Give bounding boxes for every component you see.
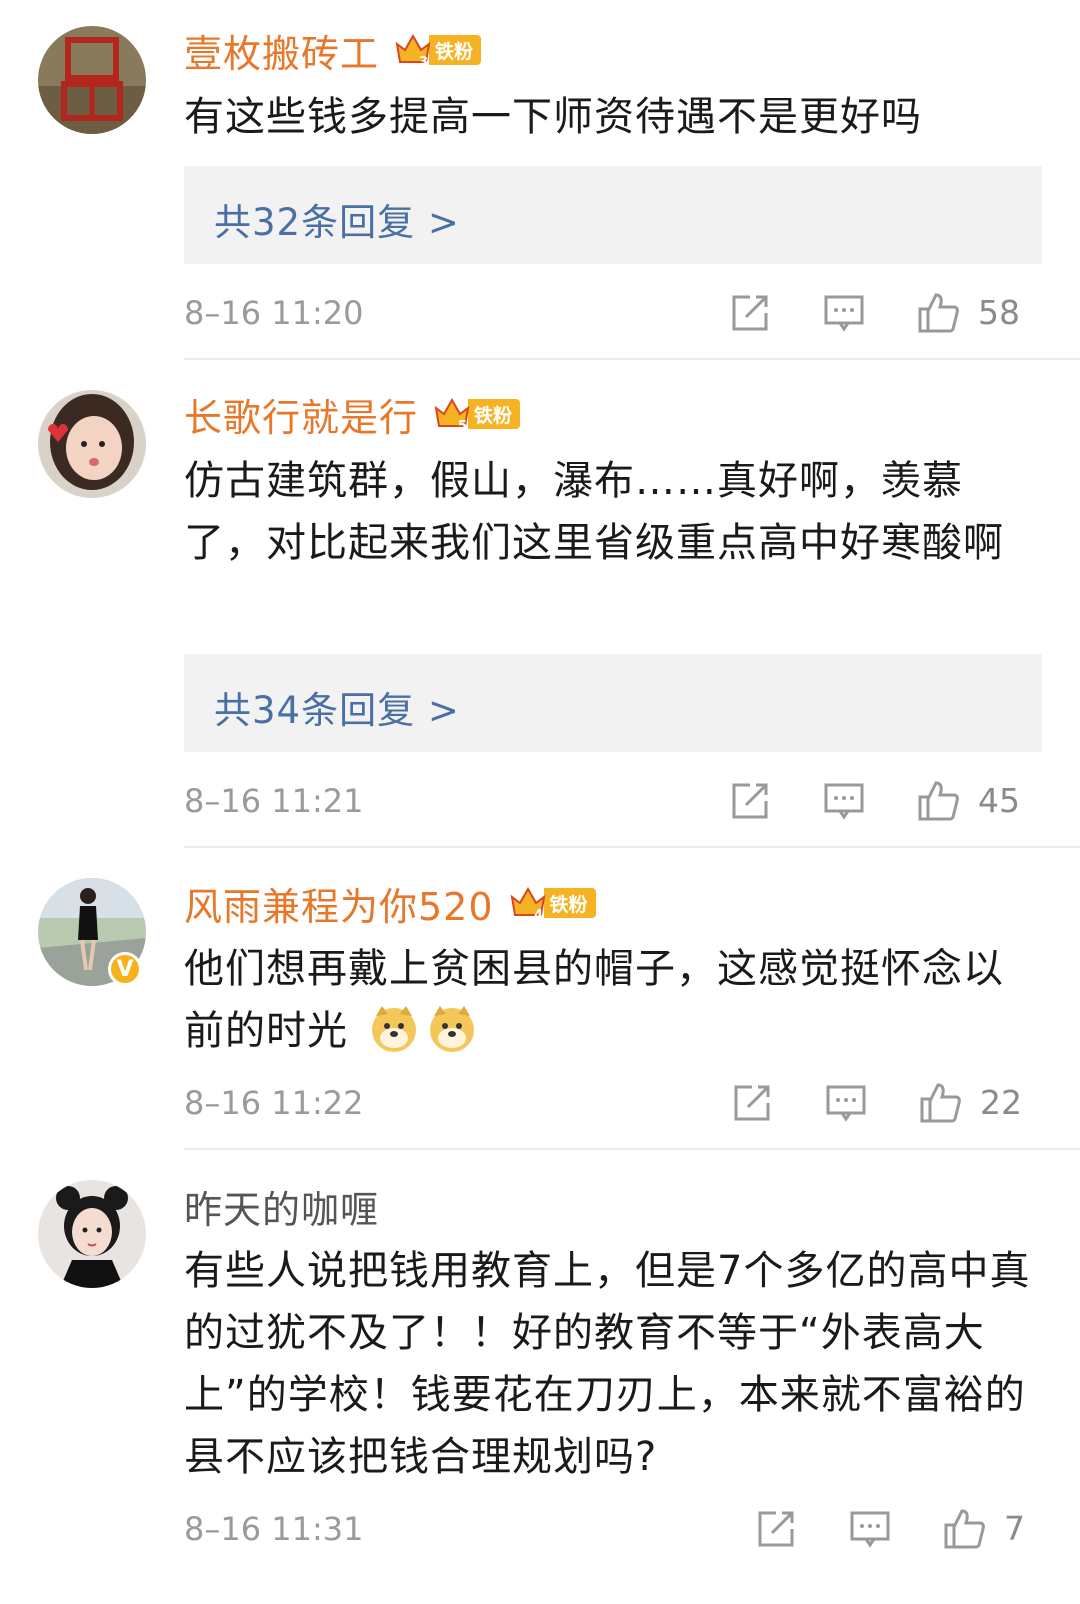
username[interactable]: 昨天的咖喱	[184, 1179, 379, 1234]
comment-icon[interactable]	[822, 779, 866, 823]
svg-text:5: 5	[458, 419, 467, 434]
timestamp: 8–16 11:22	[184, 1084, 364, 1122]
comment-icon[interactable]	[824, 1081, 868, 1125]
thumbs-up-icon[interactable]	[916, 779, 960, 823]
username-row: 昨天的咖喱	[184, 1176, 379, 1236]
timestamp: 8–16 11:21	[184, 782, 364, 820]
comment-meta: 8–16 11:31 7	[184, 1507, 1042, 1551]
comment-text-body: 他们想再戴上贫困县的帽子，这感觉挺怀念以前的时光	[184, 946, 1004, 1054]
crown-icon: 5	[432, 394, 472, 434]
thumbs-up-icon[interactable]	[918, 1081, 962, 1125]
replies-link[interactable]: 共32条回复 >	[184, 166, 1042, 264]
share-icon[interactable]	[730, 1081, 774, 1125]
thumbs-up-icon[interactable]	[916, 291, 960, 335]
comment-text: 仿古建筑群，假山，瀑布……真好啊，羡慕了，对比起来我们这里省级重点高中好寒酸啊	[184, 458, 1004, 566]
fan-badge[interactable]: 5 铁粉	[432, 394, 521, 434]
comment-meta: 8–16 11:20 58	[184, 291, 1042, 335]
comment-text: 有些人说把钱用教育上，但是7个多亿的高中真的过犹不及了！！好的教育不等于“外表高…	[184, 1248, 1031, 1480]
like-count: 58	[978, 293, 1020, 332]
timestamp: 8–16 11:20	[184, 294, 364, 332]
username-row: 风雨兼程为你520 4 铁粉	[184, 873, 596, 933]
divider	[184, 1148, 1080, 1150]
verified-badge: V	[108, 952, 142, 986]
divider	[184, 846, 1080, 848]
share-icon[interactable]	[728, 291, 772, 335]
comment-text: 他们想再戴上贫困县的帽子，这感觉挺怀念以前的时光	[184, 938, 1034, 1062]
username[interactable]: 长歌行就是行	[184, 387, 418, 442]
divider	[184, 358, 1080, 360]
avatar[interactable]	[38, 390, 146, 498]
share-icon[interactable]	[728, 779, 772, 823]
avatar[interactable]	[38, 26, 146, 134]
fan-badge[interactable]: 4 铁粉	[508, 883, 596, 923]
share-icon[interactable]	[754, 1507, 798, 1551]
replies-count: 共34条回复 >	[214, 689, 460, 732]
doge-emoji-icon	[426, 1002, 478, 1054]
crown-icon: 3	[393, 30, 433, 70]
comment-icon[interactable]	[822, 291, 866, 335]
fan-badge[interactable]: 3 铁粉	[393, 30, 482, 70]
thumbs-up-icon[interactable]	[942, 1507, 986, 1551]
timestamp: 8–16 11:31	[184, 1510, 364, 1548]
svg-text:3: 3	[419, 55, 428, 70]
replies-link[interactable]: 共34条回复 >	[184, 654, 1042, 752]
fan-badge-label: 铁粉	[429, 35, 482, 65]
like-count: 7	[1004, 1509, 1025, 1548]
username-row: 长歌行就是行 5 铁粉	[184, 384, 521, 444]
avatar[interactable]	[38, 1180, 146, 1288]
like-count: 45	[978, 781, 1020, 820]
comment-icon[interactable]	[848, 1507, 892, 1551]
fan-badge-label: 铁粉	[468, 399, 521, 429]
fan-badge-label: 铁粉	[543, 888, 596, 918]
like-count: 22	[980, 1083, 1022, 1122]
comment-meta: 8–16 11:22 22	[184, 1081, 1042, 1125]
doge-emoji-icon	[368, 1002, 420, 1054]
comment-meta: 8–16 11:21 45	[184, 779, 1042, 823]
replies-count: 共32条回复 >	[214, 201, 460, 244]
username[interactable]: 风雨兼程为你520	[184, 876, 494, 931]
username-row: 壹枚搬砖工 3 铁粉	[184, 20, 482, 80]
username[interactable]: 壹枚搬砖工	[184, 23, 379, 78]
svg-text:4: 4	[534, 908, 543, 923]
comment-text: 有这些钱多提高一下师资待遇不是更好吗	[184, 94, 922, 140]
crown-icon: 4	[508, 883, 548, 923]
